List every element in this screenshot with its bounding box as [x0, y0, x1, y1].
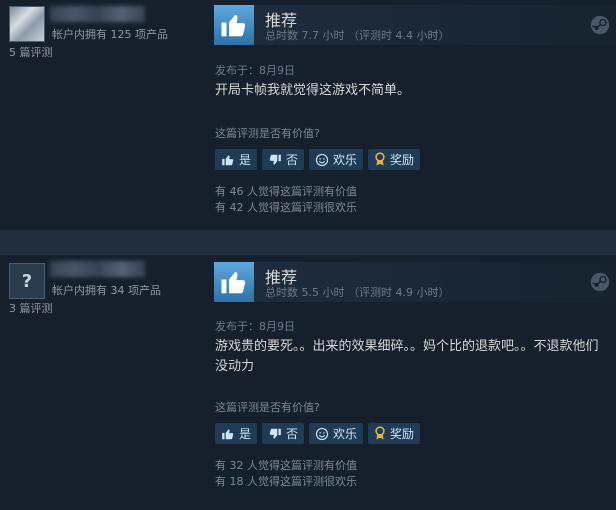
award-label: 奖励: [390, 153, 415, 167]
review-text: 开局卡帧我就觉得这游戏不简单。: [215, 83, 411, 98]
award-button[interactable]: 奖励: [368, 423, 421, 444]
vote-no-label: 否: [286, 427, 299, 441]
vote-tally: 有 32 人觉得这篇评测有价值 有 18 人觉得这篇评测很欢乐: [215, 458, 357, 490]
thumbs-down-icon: [269, 154, 281, 165]
posted-date: 发布于：8月9日: [215, 64, 295, 77]
vote-no-button[interactable]: 否: [262, 149, 305, 170]
products-owned[interactable]: 帐户内拥有 34 项产品: [52, 282, 161, 298]
vote-funny-button[interactable]: 欢乐: [309, 149, 364, 170]
reviewer-avatar[interactable]: [9, 6, 45, 42]
helpful-question: 这篇评测是否有价值?: [215, 127, 320, 140]
vote-yes-label: 是: [239, 153, 252, 167]
steam-icon: [590, 272, 610, 292]
review-card: 帐户内拥有 125 项产品 5 篇评测 推荐 总时数 7.7 小时 （评测时 4…: [0, 0, 616, 230]
review-text: 游戏贵的要死。。出来的效果细碎。。妈个比的退款吧。。不退款他们没动力: [215, 339, 599, 374]
reviewer-name-blurred: [50, 6, 145, 22]
award-medal-icon: [375, 426, 385, 440]
award-button[interactable]: 奖励: [368, 149, 421, 170]
thumbs-up-icon: [222, 428, 234, 439]
products-owned[interactable]: 帐户内拥有 125 项产品: [52, 26, 168, 42]
vote-funny-label: 欢乐: [333, 427, 358, 441]
funny-count: 有 18 人觉得这篇评测很欢乐: [215, 475, 357, 488]
smiley-icon: [315, 427, 329, 440]
vote-tally: 有 46 人觉得这篇评测有价值 有 42 人觉得这篇评测很欢乐: [215, 184, 357, 216]
thumbs-down-icon: [269, 428, 281, 439]
playtime-hours: 总时数 5.5 小时 （评测时 4.9 小时）: [265, 286, 450, 299]
steam-icon: [590, 15, 610, 35]
thumbs-up-icon: [214, 262, 254, 302]
award-medal-icon: [375, 152, 385, 166]
playtime-hours: 总时数 7.7 小时 （评测时 4.4 小时）: [265, 29, 450, 42]
vote-yes-label: 是: [239, 427, 252, 441]
thumbs-up-icon: [214, 5, 254, 45]
review-card: ? 帐户内拥有 34 项产品 3 篇评测 推荐 总时数 5.5 小时 （评测时 …: [0, 255, 616, 510]
review-divider: [0, 230, 616, 255]
review-header[interactable]: 推荐 总时数 5.5 小时 （评测时 4.9 小时）: [214, 262, 616, 302]
vote-no-label: 否: [286, 153, 299, 167]
reviewer-name-blurred: [50, 261, 145, 277]
reviewer-avatar[interactable]: ?: [9, 263, 45, 299]
review-count[interactable]: 5 篇评测: [9, 44, 53, 60]
funny-count: 有 42 人觉得这篇评测很欢乐: [215, 201, 357, 214]
vote-yes-button[interactable]: 是: [215, 423, 258, 444]
review-header[interactable]: 推荐 总时数 7.7 小时 （评测时 4.4 小时）: [214, 5, 616, 45]
vote-funny-button[interactable]: 欢乐: [309, 423, 364, 444]
review-count[interactable]: 3 篇评测: [9, 300, 53, 316]
vote-no-button[interactable]: 否: [262, 423, 305, 444]
posted-date: 发布于：8月9日: [215, 320, 295, 333]
vote-yes-button[interactable]: 是: [215, 149, 258, 170]
helpful-count: 有 46 人觉得这篇评测有价值: [215, 185, 357, 198]
smiley-icon: [315, 153, 329, 166]
vote-buttons: 是 否 欢乐 奖励: [215, 423, 421, 444]
helpful-count: 有 32 人觉得这篇评测有价值: [215, 459, 357, 472]
vote-funny-label: 欢乐: [333, 153, 358, 167]
vote-buttons: 是 否 欢乐 奖励: [215, 149, 421, 170]
award-label: 奖励: [390, 427, 415, 441]
thumbs-up-icon: [222, 154, 234, 165]
helpful-question: 这篇评测是否有价值?: [215, 401, 320, 414]
